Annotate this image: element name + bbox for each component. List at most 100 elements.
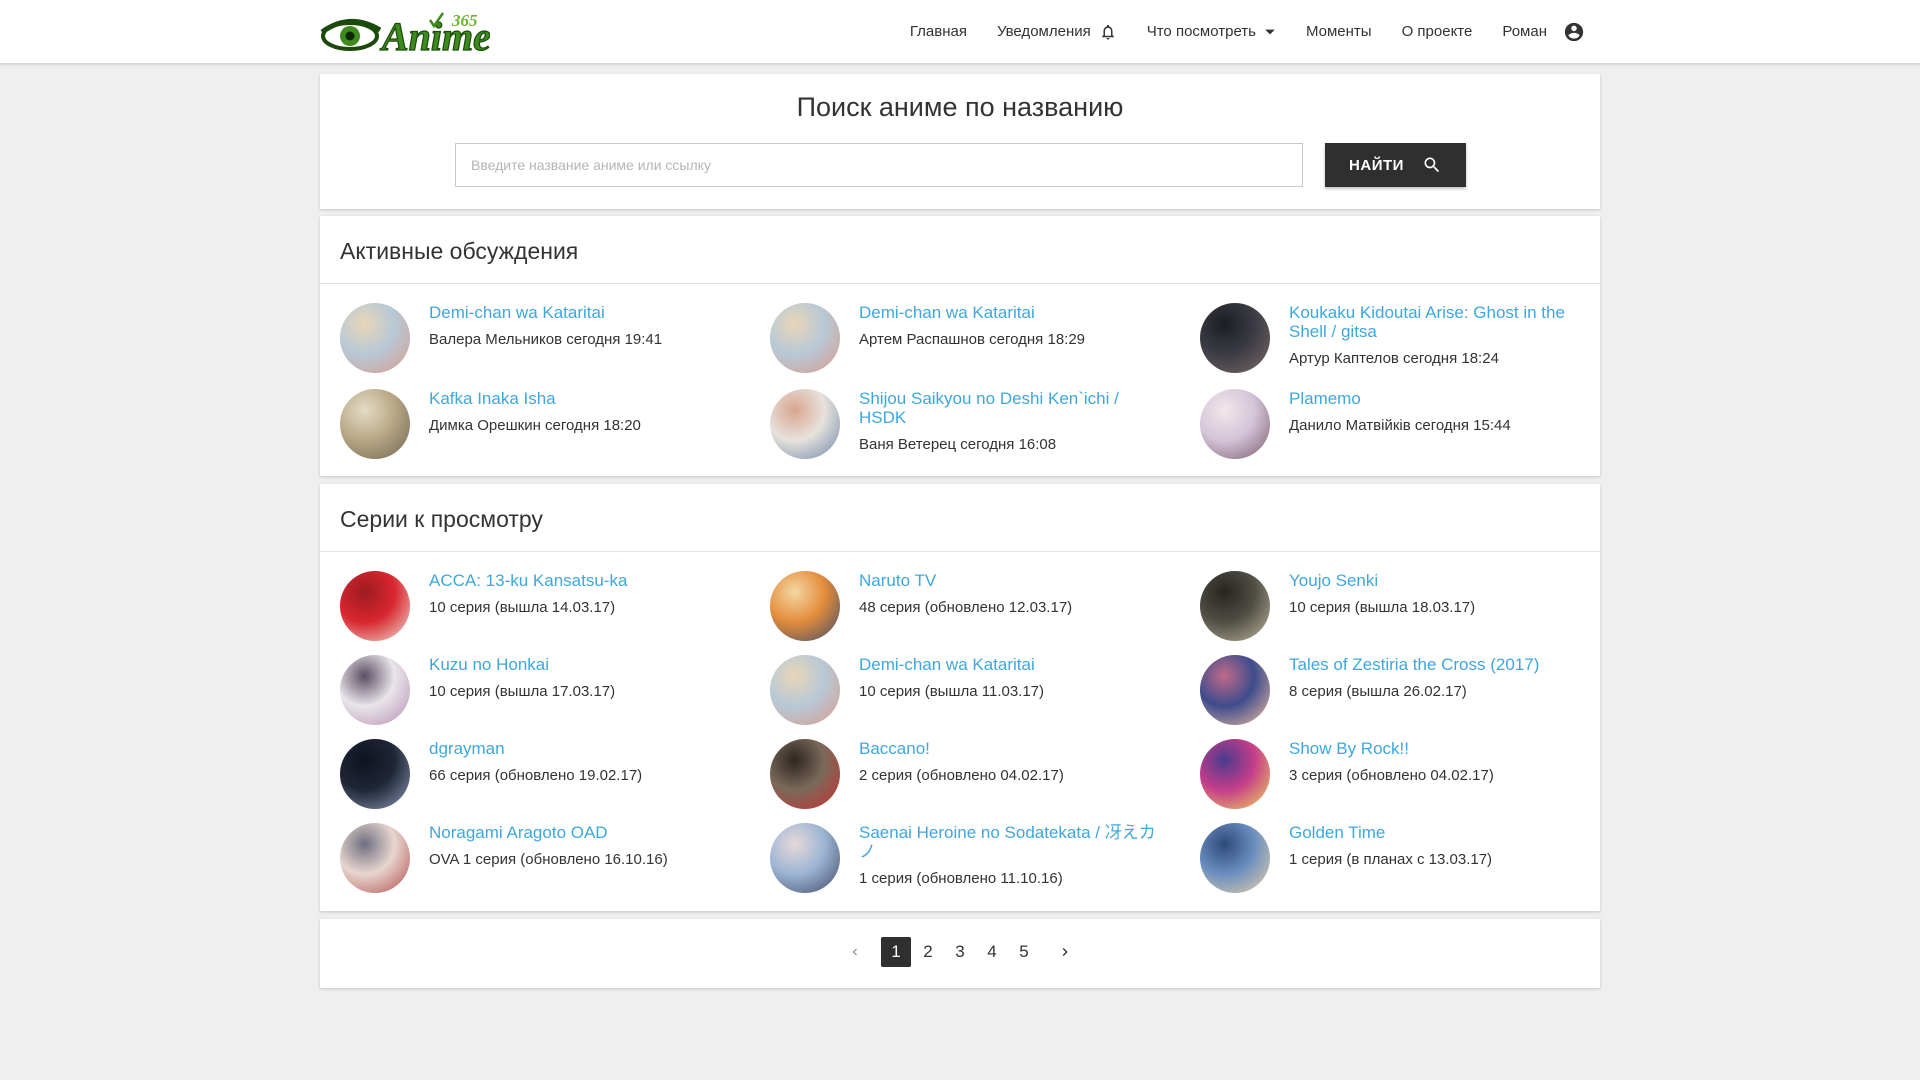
anime-title-link[interactable]: Youjo Senki	[1289, 571, 1599, 590]
page-number[interactable]: 3	[945, 937, 975, 967]
anime-thumbnail[interactable]	[1200, 389, 1270, 459]
item-subtitle: 66 серия (обновлено 19.02.17)	[429, 767, 643, 784]
page-number[interactable]: 2	[913, 937, 943, 967]
caret-down-icon	[1264, 26, 1276, 38]
item-subtitle: OVA 1 серия (обновлено 16.10.16)	[429, 851, 668, 868]
anime-title-link[interactable]: Tales of Zestiria the Cross (2017)	[1289, 655, 1599, 674]
item-subtitle: 2 серия (обновлено 04.02.17)	[859, 767, 1064, 784]
anime-title-link[interactable]: Koukaku Kidoutai Arise: Ghost in the She…	[1289, 303, 1599, 341]
anime-thumbnail[interactable]	[1200, 823, 1270, 893]
list-item[interactable]: Kuzu no Honkai 10 серия (вышла 17.03.17)	[340, 655, 740, 729]
item-text: Koukaku Kidoutai Arise: Ghost in the She…	[1289, 303, 1599, 368]
anime-thumbnail[interactable]	[770, 303, 840, 373]
anime-title-link[interactable]: Kuzu no Honkai	[429, 655, 739, 674]
pagination-card: 12345	[320, 919, 1600, 988]
anime-title-link[interactable]: Naruto TV	[859, 571, 1169, 590]
account-circle-icon	[1563, 21, 1585, 43]
search-input[interactable]	[455, 143, 1303, 187]
anime-title-link[interactable]: Demi-chan wa Kataritai	[859, 655, 1169, 674]
list-item[interactable]: Demi-chan wa Kataritai 10 серия (вышла 11…	[770, 655, 1170, 729]
list-item[interactable]: Koukaku Kidoutai Arise: Ghost in the She…	[1200, 303, 1600, 377]
anime-thumbnail[interactable]	[770, 389, 840, 459]
anime-thumbnail[interactable]	[340, 823, 410, 893]
anime-title-link[interactable]: Plamemo	[1289, 389, 1599, 408]
item-text: ACCA: 13-ku Kansatsu-ka 10 серия (вышла 1…	[429, 571, 739, 617]
anime-thumbnail[interactable]	[340, 389, 410, 459]
next-page-chevron-right-icon[interactable]	[1050, 937, 1080, 967]
item-text: Tales of Zestiria the Cross (2017) 8 сери…	[1289, 655, 1599, 701]
anime-title-link[interactable]: Saenai Heroine no Sodatekata / 冴えカノ	[859, 823, 1169, 861]
item-subtitle: 3 серия (обновлено 04.02.17)	[1289, 767, 1494, 784]
anime-thumbnail[interactable]	[340, 303, 410, 373]
active-discussions-card: Активные обсуждения Demi-chan wa Katarit…	[320, 216, 1600, 476]
anime-title-link[interactable]: ACCA: 13-ku Kansatsu-ka	[429, 571, 739, 590]
anime-title-link[interactable]: Noragami Aragoto OAD	[429, 823, 739, 842]
page-number[interactable]: 1	[881, 937, 911, 967]
search-heading: Поиск аниме по названию	[796, 92, 1124, 122]
nav-moments[interactable]: Моменты	[1306, 23, 1372, 40]
item-subtitle: 48 серия (обновлено 12.03.17)	[859, 599, 1073, 616]
list-item[interactable]: Kafka Inaka Isha Димка Орешкин сегодня 18…	[340, 389, 740, 463]
list-item[interactable]: Youjo Senki 10 серия (вышла 18.03.17)	[1200, 571, 1600, 645]
anime-thumbnail[interactable]	[770, 739, 840, 809]
section-title: Серии к просмотру	[320, 484, 1600, 552]
list-item[interactable]: ACCA: 13-ku Kansatsu-ka 10 серия (вышла 1…	[340, 571, 740, 645]
list-item[interactable]: Shijou Saikyou no Deshi Ken`ichi / HSDK В…	[770, 389, 1170, 463]
anime-thumbnail[interactable]	[770, 571, 840, 641]
nav-home-label: Главная	[909, 23, 967, 40]
list-item[interactable]: Noragami Aragoto OAD OVA 1 серия (обновле…	[340, 823, 740, 897]
episodes-card: Серии к просмотру ACCA: 13-ku Kansatsu-k…	[320, 484, 1600, 911]
anime-title-link[interactable]: Baccano!	[859, 739, 1169, 758]
bell-icon	[1099, 22, 1117, 42]
anime-thumbnail[interactable]	[1200, 303, 1270, 373]
anime-thumbnail[interactable]	[1200, 655, 1270, 725]
item-subtitle: Димка Орешкин сегодня 18:20	[429, 417, 641, 434]
list-item[interactable]: Show By Rock!! 3 серия (обновлено 04.02.1…	[1200, 739, 1600, 813]
search-button[interactable]: НАЙТИ	[1325, 143, 1466, 187]
anime-title-link[interactable]: Show By Rock!!	[1289, 739, 1599, 758]
anime-thumbnail[interactable]	[1200, 739, 1270, 809]
page-number[interactable]: 5	[1009, 937, 1039, 967]
anime-title-link[interactable]: dgrayman	[429, 739, 739, 758]
page-numbers: 12345	[880, 937, 1040, 967]
anime-thumbnail[interactable]	[340, 655, 410, 725]
item-text: Baccano! 2 серия (обновлено 04.02.17)	[859, 739, 1169, 785]
nav-notifications-label: Уведомления	[996, 23, 1091, 40]
anime-title-link[interactable]: Shijou Saikyou no Deshi Ken`ichi / HSDK	[859, 389, 1169, 427]
item-text: Kuzu no Honkai 10 серия (вышла 17.03.17)	[429, 655, 739, 701]
prev-page-chevron-left-icon[interactable]	[840, 937, 870, 967]
item-text: Plamemo Данило Матвійків сегодня 15:44	[1289, 389, 1599, 435]
list-item[interactable]: Golden Time 1 серия (в планах с 13.03.17)	[1200, 823, 1600, 897]
anime-title-link[interactable]: Kafka Inaka Isha	[429, 389, 739, 408]
anime-thumbnail[interactable]	[340, 739, 410, 809]
list-item[interactable]: Naruto TV 48 серия (обновлено 12.03.17)	[770, 571, 1170, 645]
list-item[interactable]: Plamemo Данило Матвійків сегодня 15:44	[1200, 389, 1600, 463]
nav-watch-dropdown[interactable]: Что посмотреть	[1147, 23, 1276, 40]
site-logo[interactable]: Anime 365	[320, 6, 490, 58]
list-item[interactable]: Saenai Heroine no Sodatekata / 冴えカノ 1 сер…	[770, 823, 1170, 897]
item-subtitle: 10 серия (вышла 17.03.17)	[429, 683, 616, 700]
main-nav: Главная Уведомления Что посмотреть Момен…	[910, 0, 1585, 63]
nav-notifications[interactable]: Уведомления	[997, 22, 1117, 42]
list-item[interactable]: dgrayman 66 серия (обновлено 19.02.17)	[340, 739, 740, 813]
item-text: Naruto TV 48 серия (обновлено 12.03.17)	[859, 571, 1169, 617]
page-number[interactable]: 4	[977, 937, 1007, 967]
list-item[interactable]: Baccano! 2 серия (обновлено 04.02.17)	[770, 739, 1170, 813]
pagination: 12345	[320, 937, 1600, 967]
nav-about-label: О проекте	[1401, 23, 1473, 40]
list-item[interactable]: Demi-chan wa Kataritai Валера Мельников с…	[340, 303, 740, 377]
list-item[interactable]: Demi-chan wa Kataritai Артем Распашнов се…	[770, 303, 1170, 377]
anime-thumbnail[interactable]	[770, 823, 840, 893]
anime-title-link[interactable]: Demi-chan wa Kataritai	[429, 303, 739, 322]
anime-title-link[interactable]: Demi-chan wa Kataritai	[859, 303, 1169, 322]
anime-thumbnail[interactable]	[340, 571, 410, 641]
anime-title-link[interactable]: Golden Time	[1289, 823, 1599, 842]
anime-thumbnail[interactable]	[770, 655, 840, 725]
item-subtitle: 10 серия (вышла 14.03.17)	[429, 599, 616, 616]
nav-user[interactable]: Роман	[1502, 21, 1585, 43]
item-text: Demi-chan wa Kataritai 10 серия (вышла 11…	[859, 655, 1169, 701]
list-item[interactable]: Tales of Zestiria the Cross (2017) 8 сери…	[1200, 655, 1600, 729]
anime-thumbnail[interactable]	[1200, 571, 1270, 641]
nav-home[interactable]: Главная	[910, 23, 967, 40]
nav-about[interactable]: О проекте	[1402, 23, 1473, 40]
